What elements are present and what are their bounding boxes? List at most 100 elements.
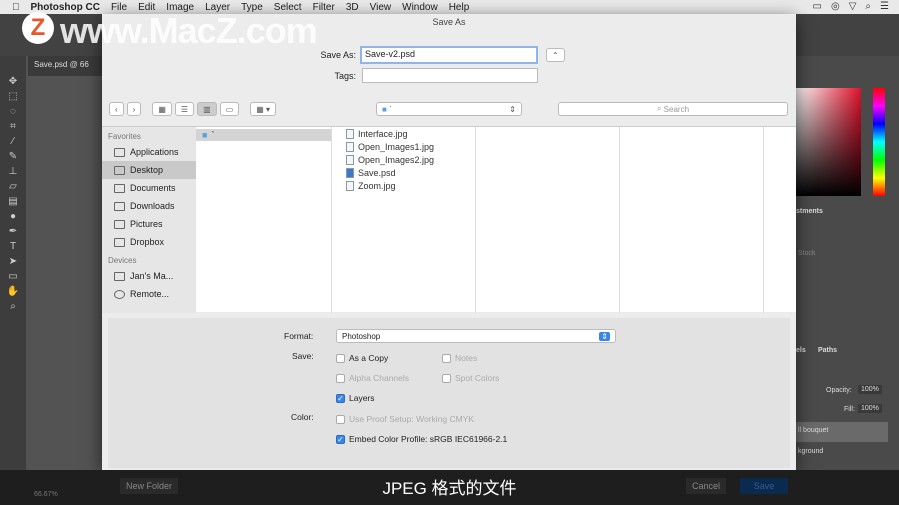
display-icon[interactable]: ▭: [813, 1, 822, 12]
adjustments-tab[interactable]: stments: [796, 208, 823, 215]
sidebar-item-documents[interactable]: Documents: [102, 179, 196, 197]
opacity-label: Opacity:: [826, 387, 852, 394]
type-tool-icon[interactable]: T: [10, 241, 16, 252]
file-item[interactable]: Open_Images1.jpg: [332, 141, 475, 154]
opacity-field[interactable]: 100%: [858, 385, 882, 394]
collapse-button[interactable]: ⌃: [546, 48, 565, 62]
forward-button[interactable]: ›: [126, 102, 142, 116]
sidebar-item-dropbox[interactable]: Dropbox: [102, 233, 196, 251]
folder-icon: ■: [382, 104, 387, 114]
filename-input[interactable]: Save-v2.psd: [360, 46, 538, 64]
image-file-icon: [346, 129, 354, 140]
blur-tool-icon[interactable]: ●: [10, 211, 16, 222]
menu-view[interactable]: View: [370, 2, 392, 13]
hue-slider[interactable]: [873, 88, 885, 196]
sidebar-item-mac[interactable]: Jan's Ma...: [102, 267, 196, 285]
move-tool-icon[interactable]: ✥: [9, 76, 17, 87]
brush-tool-icon[interactable]: ✎: [9, 151, 17, 162]
documents-icon: [114, 183, 125, 193]
layers-checkbox[interactable]: ✓ Layers: [336, 393, 375, 403]
eraser-tool-icon[interactable]: ▱: [9, 181, 17, 192]
creative-cloud-icon[interactable]: ◎: [831, 1, 840, 12]
hand-tool-icon[interactable]: ✋: [7, 286, 19, 297]
path-select-tool-icon[interactable]: ➤: [9, 256, 17, 267]
embed-color-profile-checkbox[interactable]: ✓ Embed Color Profile: sRGB IEC61966-2.1: [336, 434, 507, 444]
tags-label: Tags:: [334, 70, 356, 81]
image-file-icon: [346, 142, 354, 153]
arrange-button[interactable]: ▦ ▾: [250, 102, 276, 116]
list-view-button[interactable]: ☰: [174, 102, 195, 116]
watermark-logo: Z: [22, 12, 54, 44]
search-icon[interactable]: ⌕: [865, 1, 871, 12]
downloads-icon: [114, 201, 125, 211]
folder-icon: [114, 237, 125, 247]
notes-checkbox[interactable]: Notes: [442, 353, 477, 363]
sidebar-item-applications[interactable]: Applications: [102, 143, 196, 161]
search-input[interactable]: ⌕ Search: [558, 102, 788, 116]
folder-icon: ■: [202, 130, 208, 140]
menu-window[interactable]: Window: [402, 2, 438, 13]
column-view-button[interactable]: ▥: [197, 102, 217, 116]
pen-tool-icon[interactable]: ✒: [9, 226, 17, 237]
location-dropdown[interactable]: ■ ` ⇕: [376, 102, 522, 116]
document-tab[interactable]: Save.psd @ 66: [28, 56, 108, 76]
coverflow-view-button[interactable]: ▭: [219, 102, 240, 116]
file-item[interactable]: Open_Images2.jpg: [332, 154, 475, 167]
channels-tab[interactable]: els: [796, 347, 806, 354]
apple-icon[interactable]: : [12, 2, 20, 13]
format-options: Format: Photoshop ⇕ Save: As a Copy Notes…: [108, 318, 790, 468]
icon-view-button[interactable]: ▦: [152, 102, 172, 116]
back-button[interactable]: ‹: [109, 102, 124, 116]
layer-row[interactable]: kground: [796, 443, 888, 463]
folder-item[interactable]: ■ `: [196, 129, 331, 141]
save-label: Save:: [292, 351, 314, 361]
finder-sidebar: Favorites Applications Desktop Documents…: [102, 127, 196, 313]
disc-icon: [114, 289, 125, 299]
tools-panel: ✥ ⬚ ◌ ⌗ ⁄ ✎ ⊥ ▱ ▤ ● ✒ T ➤ ▭ ✋ ⌕: [0, 56, 26, 476]
file-browser: Favorites Applications Desktop Documents…: [102, 126, 796, 313]
menu-help[interactable]: Help: [449, 2, 470, 13]
devices-header: Devices: [108, 256, 137, 265]
empty-column: [620, 127, 764, 313]
as-a-copy-checkbox[interactable]: As a Copy: [336, 353, 388, 363]
file-item[interactable]: Save.psd: [332, 166, 475, 179]
pictures-icon: [114, 219, 125, 229]
tags-input[interactable]: [362, 68, 538, 83]
color-picker-field[interactable]: [796, 88, 861, 196]
format-dropdown[interactable]: Photoshop ⇕: [336, 329, 616, 343]
sidebar-item-downloads[interactable]: Downloads: [102, 197, 196, 215]
lasso-tool-icon[interactable]: ◌: [10, 106, 16, 117]
fill-label: Fill:: [844, 406, 855, 413]
stamp-tool-icon[interactable]: ⊥: [9, 166, 18, 177]
image-file-icon: [346, 154, 354, 165]
menu-3d[interactable]: 3D: [346, 2, 359, 13]
desktop-icon: [114, 165, 125, 175]
color-label: Color:: [291, 412, 314, 422]
file-item[interactable]: Interface.jpg: [332, 128, 475, 141]
favorites-header: Favorites: [108, 132, 141, 141]
spot-colors-checkbox[interactable]: Spot Colors: [442, 373, 499, 383]
image-file-icon: [346, 180, 354, 191]
sidebar-item-remote[interactable]: Remote...: [102, 285, 196, 303]
sidebar-item-desktop[interactable]: Desktop: [102, 161, 196, 179]
layer-row[interactable]: ll bouquet: [796, 422, 888, 442]
file-item[interactable]: Zoom.jpg: [332, 179, 475, 192]
files-column: Interface.jpg Open_Images1.jpg Open_Imag…: [332, 127, 476, 313]
paths-tab[interactable]: Paths: [818, 347, 837, 354]
list-icon[interactable]: ☰: [880, 1, 889, 12]
alpha-channels-checkbox[interactable]: Alpha Channels: [336, 373, 409, 383]
psd-file-icon: [346, 167, 354, 178]
watermark: www.MacZ.com: [60, 10, 318, 51]
eyedropper-tool-icon[interactable]: ⁄: [12, 136, 14, 147]
gradient-tool-icon[interactable]: ▤: [8, 196, 17, 207]
use-proof-setup-checkbox[interactable]: Use Proof Setup: Working CMYK: [336, 414, 474, 424]
save-as-dialog: Save As Save As: Save-v2.psd ⌃ Tags: ‹ ›…: [102, 14, 796, 470]
sidebar-item-pictures[interactable]: Pictures: [102, 215, 196, 233]
fill-field[interactable]: 100%: [858, 404, 882, 413]
zoom-tool-icon[interactable]: ⌕: [10, 301, 16, 312]
marquee-tool-icon[interactable]: ⬚: [8, 91, 17, 102]
wifi-icon[interactable]: ▽: [849, 1, 857, 12]
crop-tool-icon[interactable]: ⌗: [10, 121, 16, 132]
shape-tool-icon[interactable]: ▭: [8, 271, 17, 282]
stock-dropdown[interactable]: Stock: [798, 250, 816, 257]
